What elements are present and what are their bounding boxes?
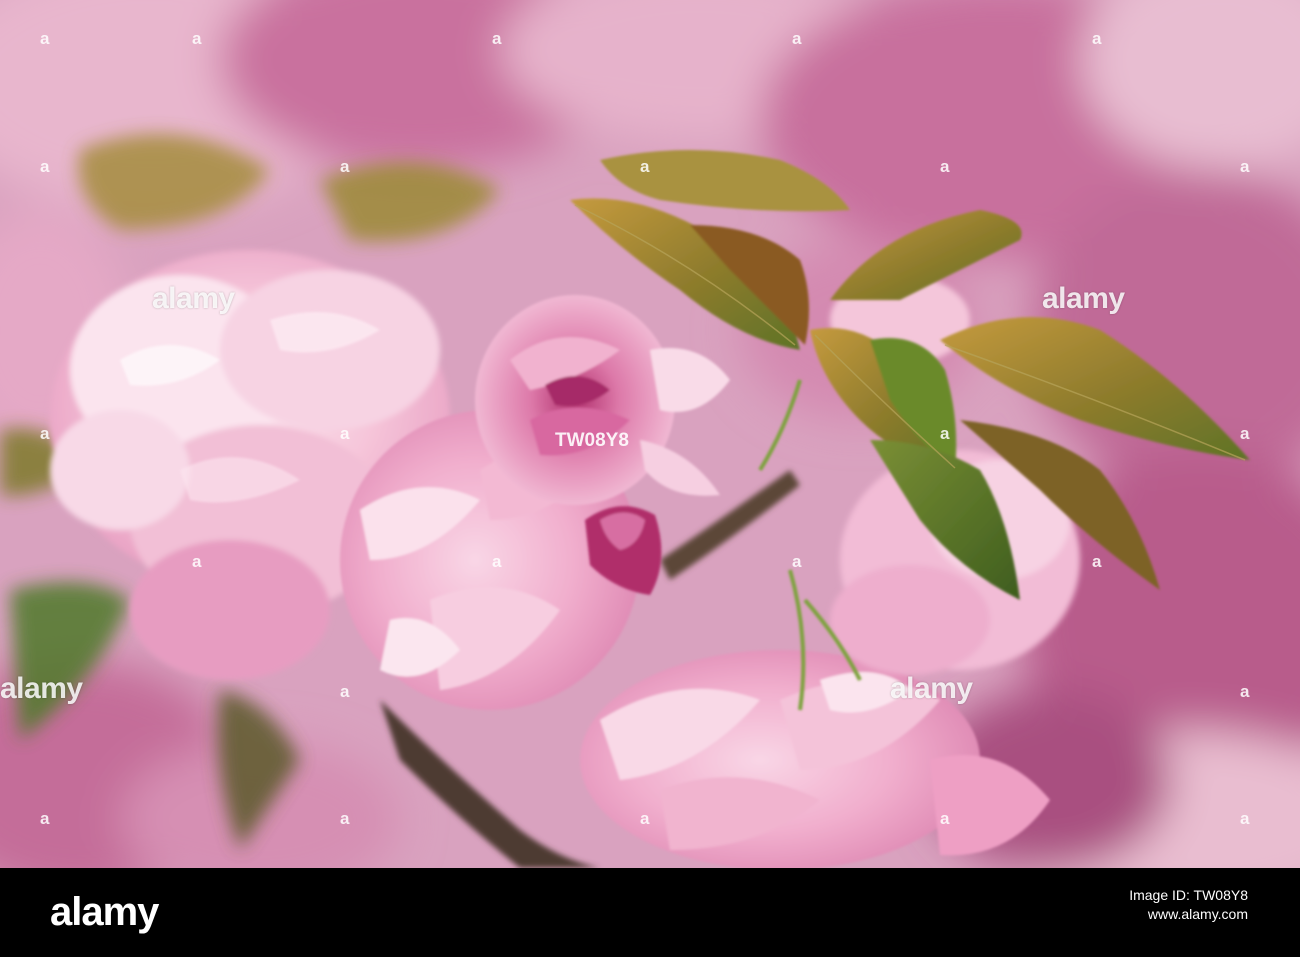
watermark-a-mark: a: [192, 29, 202, 48]
footer-credit: Image ID: TW08Y8 www.alamy.com: [1129, 886, 1248, 924]
watermark-a-mark: a: [40, 29, 50, 48]
watermark-a-mark: a: [1240, 157, 1250, 176]
watermark-a-mark: a: [940, 157, 950, 176]
watermark-brand: alamy: [890, 672, 973, 705]
watermark-a-mark: a: [640, 809, 650, 828]
watermark-image-id: TW08Y8: [555, 430, 629, 451]
watermark-brand: alamy: [1042, 282, 1125, 315]
watermark-a-mark: a: [340, 809, 350, 828]
watermark-a-mark: a: [1240, 809, 1250, 828]
site-url: www.alamy.com: [1147, 906, 1248, 922]
image-id-label: Image ID: TW08Y8: [1129, 887, 1248, 903]
watermark-a-mark: a: [492, 29, 502, 48]
watermark-a-mark: a: [340, 424, 350, 443]
watermark-brand: alamy: [0, 672, 83, 705]
watermark-a-mark: a: [792, 29, 802, 48]
watermark-a-mark: a: [1240, 682, 1250, 701]
watermark-a-mark: a: [792, 552, 802, 571]
watermark-a-mark: a: [192, 552, 202, 571]
watermark-a-mark: a: [1240, 424, 1250, 443]
watermark-a-mark: a: [40, 157, 50, 176]
watermark-a-mark: a: [40, 424, 50, 443]
watermark-a-mark: a: [1092, 29, 1102, 48]
photo-stage: alamy alamy alamy alamy TW08Y8 a a a a a…: [0, 0, 1300, 957]
watermark-a-mark: a: [940, 809, 950, 828]
alamy-logo: alamy: [50, 890, 159, 934]
watermark-a-mark: a: [940, 424, 950, 443]
watermark-a-mark: a: [340, 682, 350, 701]
watermark-a-mark: a: [1092, 552, 1102, 571]
watermark-a-mark: a: [40, 809, 50, 828]
footer-bar: alamy Image ID: TW08Y8 www.alamy.com: [0, 868, 1300, 957]
cherry-blossom-photo: alamy alamy alamy alamy TW08Y8 a a a a a…: [0, 0, 1300, 868]
watermark-brand: alamy: [152, 282, 235, 315]
watermark-a-mark: a: [340, 157, 350, 176]
watermark-a-mark: a: [492, 552, 502, 571]
blossom-illustration: [0, 0, 1300, 868]
watermark-a-mark: a: [640, 157, 650, 176]
